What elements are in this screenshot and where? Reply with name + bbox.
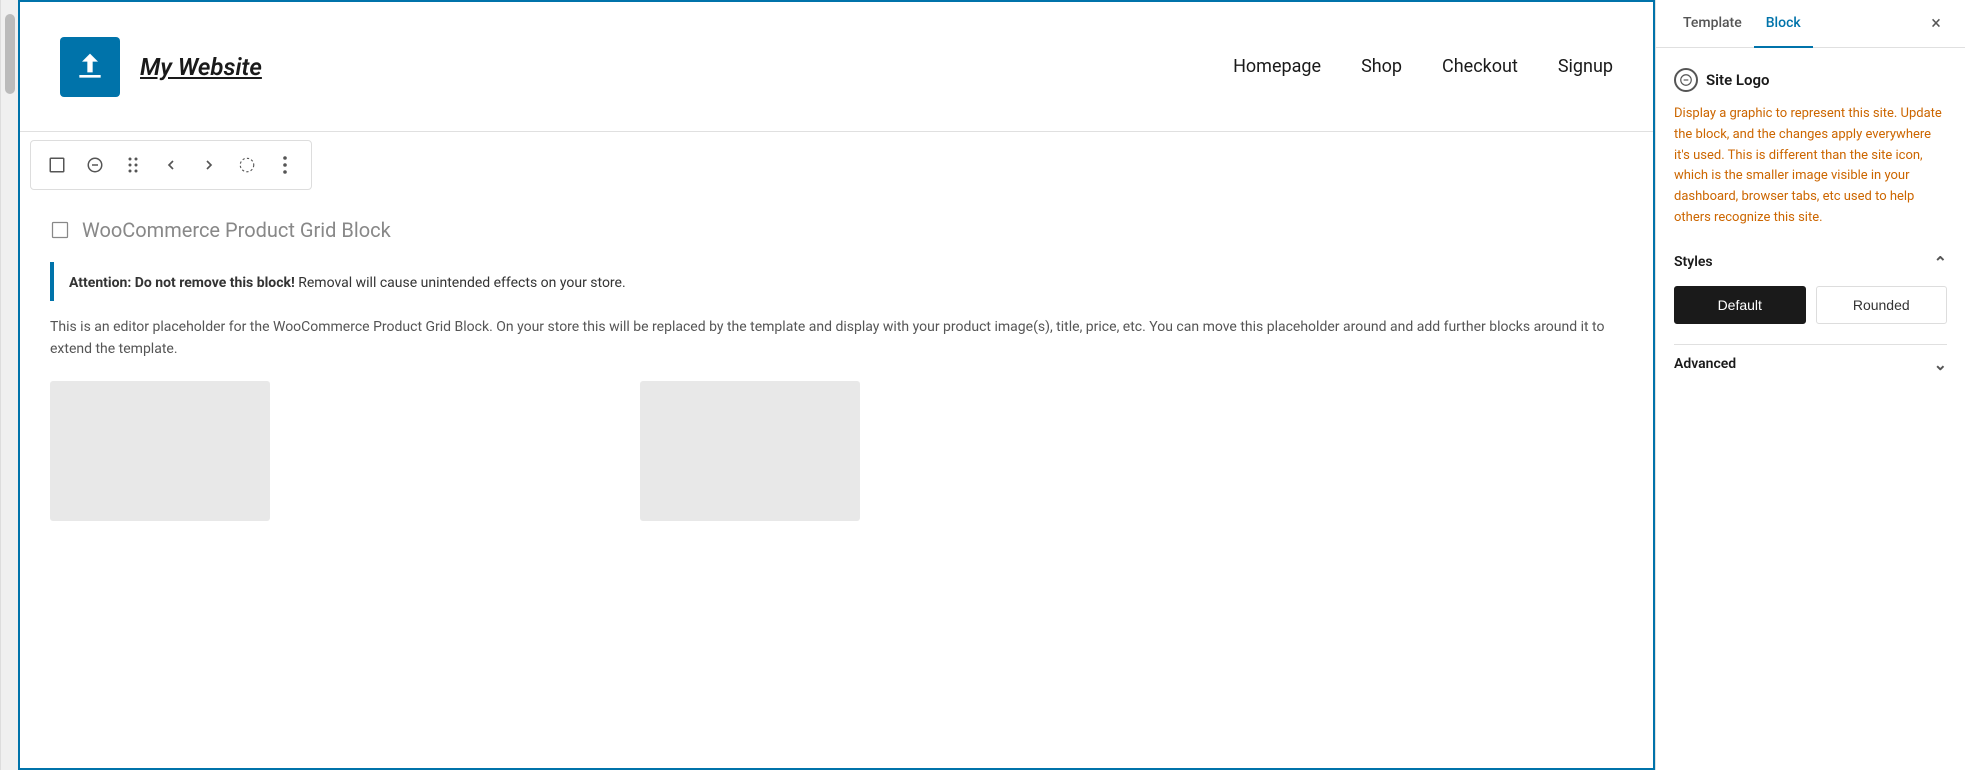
upload-icon	[74, 51, 106, 83]
alert-box: Attention: Do not remove this block! Rem…	[50, 262, 1623, 301]
advanced-label: Advanced	[1674, 356, 1736, 372]
nav-signup[interactable]: Signup	[1558, 56, 1613, 77]
tab-template[interactable]: Template	[1671, 0, 1754, 48]
minus-circle-btn[interactable]	[77, 147, 113, 183]
site-logo-title: Site Logo	[1706, 71, 1770, 89]
style-rounded-btn[interactable]: Rounded	[1816, 286, 1948, 324]
product-grid-placeholder	[50, 381, 1623, 521]
logo-upload-icon[interactable]	[60, 37, 120, 97]
product-placeholder-2	[640, 381, 860, 521]
woo-block-title: WooCommerce Product Grid Block	[82, 218, 391, 242]
nav-homepage[interactable]: Homepage	[1233, 56, 1321, 77]
drag-btn[interactable]	[115, 147, 151, 183]
editor-content: WooCommerce Product Grid Block Attention…	[20, 198, 1653, 768]
panel-tabs: Template Block ×	[1656, 0, 1965, 48]
site-nav: Homepage Shop Checkout Signup	[1233, 56, 1613, 77]
site-logo-block-btn[interactable]	[39, 147, 75, 183]
more-options-btn[interactable]	[267, 147, 303, 183]
scrollbar[interactable]	[0, 0, 18, 770]
alert-text: Attention: Do not remove this block! Rem…	[69, 275, 626, 291]
right-panel: Template Block × Site Logo Display a gra…	[1655, 0, 1965, 770]
advanced-header[interactable]: Advanced ⌄	[1674, 344, 1947, 384]
tab-block[interactable]: Block	[1754, 0, 1813, 48]
styles-buttons: Default Rounded	[1674, 286, 1947, 324]
site-header: My Website Homepage Shop Checkout Signup	[20, 2, 1653, 132]
site-title: My Website	[140, 53, 262, 81]
site-logo-area: My Website	[60, 37, 262, 97]
next-btn[interactable]	[191, 147, 227, 183]
styles-header[interactable]: Styles ⌃	[1674, 253, 1947, 272]
woo-block-icon	[50, 220, 70, 240]
advanced-chevron-down-icon: ⌄	[1934, 355, 1947, 374]
product-placeholder-1	[50, 381, 270, 521]
block-header: WooCommerce Product Grid Block	[50, 218, 1623, 242]
alert-bold-text: Attention: Do not remove this block!	[69, 275, 295, 291]
styles-chevron-up-icon: ⌃	[1934, 253, 1947, 272]
alert-normal-text: Removal will cause unintended effects on…	[298, 275, 625, 291]
advanced-section: Advanced ⌄	[1674, 344, 1947, 384]
loading-circle-btn[interactable]	[229, 147, 265, 183]
style-default-btn[interactable]: Default	[1674, 286, 1806, 324]
styles-section: Styles ⌃ Default Rounded	[1674, 253, 1947, 324]
scrollbar-thumb[interactable]	[5, 14, 15, 94]
site-logo-icon	[1674, 68, 1698, 92]
prev-btn[interactable]	[153, 147, 189, 183]
editor-canvas: My Website Homepage Shop Checkout Signup	[18, 0, 1655, 770]
site-logo-description: Display a graphic to represent this site…	[1674, 104, 1947, 229]
site-logo-section-title: Site Logo	[1674, 68, 1947, 92]
nav-shop[interactable]: Shop	[1361, 56, 1402, 77]
panel-body: Site Logo Display a graphic to represent…	[1656, 48, 1965, 770]
block-description: This is an editor placeholder for the Wo…	[50, 316, 1623, 361]
close-panel-btn[interactable]: ×	[1922, 10, 1950, 38]
styles-label: Styles	[1674, 254, 1713, 270]
nav-checkout[interactable]: Checkout	[1442, 56, 1518, 77]
block-toolbar	[30, 140, 312, 190]
